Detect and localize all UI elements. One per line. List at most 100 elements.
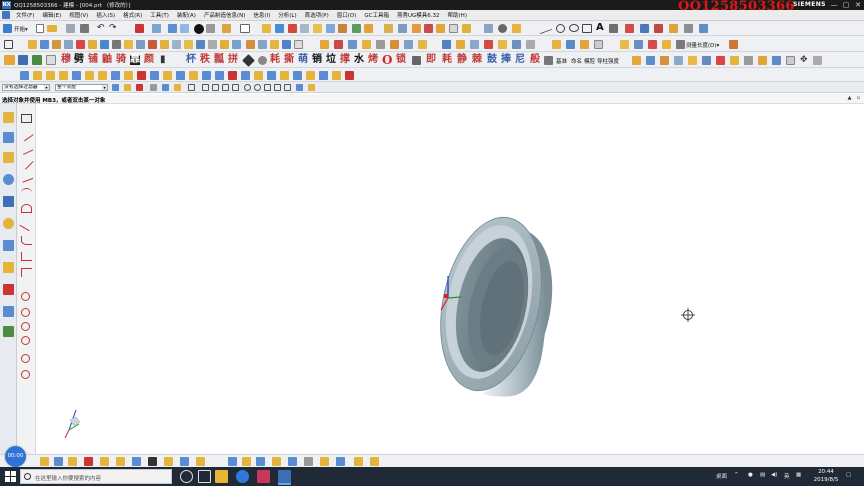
bottom-tool-8-icon[interactable] [148, 457, 157, 466]
render-style-icon[interactable] [194, 24, 204, 34]
mold-tool-2[interactable]: 劈 [74, 55, 84, 65]
process-studio-tab-icon[interactable] [3, 284, 14, 295]
measure-length-dropdown[interactable]: 测量长度(D)▾ [686, 41, 719, 49]
section-curve-icon[interactable] [512, 40, 521, 49]
menu-assembly[interactable]: 装配(A) [173, 11, 200, 19]
select-components-icon[interactable] [162, 84, 169, 91]
bottom-tool-7-icon[interactable] [132, 457, 141, 466]
assembly-navigator-tab-icon[interactable] [3, 132, 14, 143]
conic-vtool-icon[interactable] [21, 336, 30, 345]
bottom-tool-9-icon[interactable] [164, 457, 173, 466]
layer-settings-icon[interactable] [124, 71, 133, 80]
synchronous-icon[interactable] [184, 40, 193, 49]
workpiece-icon[interactable] [46, 55, 56, 65]
ime-icon[interactable]: ▦ [796, 472, 801, 478]
ruled-surface-icon[interactable] [294, 40, 303, 49]
history-icon[interactable] [319, 71, 328, 80]
face-blend-icon[interactable] [442, 40, 451, 49]
reuse-library-tab-icon[interactable] [3, 174, 14, 185]
boss-icon[interactable] [300, 24, 309, 33]
bottom-tool-19-icon[interactable] [336, 457, 345, 466]
hd3d-tools-tab-icon[interactable] [3, 196, 14, 207]
cut-icon[interactable] [135, 24, 144, 33]
object-display-icon[interactable] [72, 71, 81, 80]
circle-3pt-vtool-icon[interactable] [21, 308, 30, 317]
extrude-icon[interactable] [262, 24, 271, 33]
datum-csys-icon[interactable] [52, 40, 61, 49]
snap-point-on-face-icon[interactable] [274, 84, 281, 91]
snap-bounded-grid-icon[interactable] [284, 84, 291, 91]
reorder-feature-icon[interactable] [176, 71, 185, 80]
menu-yanxiu-mold[interactable]: 燕秀UG模具6.32 [393, 11, 444, 19]
select-edges-icon[interactable] [136, 84, 143, 91]
mold-tool-23[interactable]: 耗 [442, 55, 452, 65]
mold-project-icon[interactable] [18, 55, 28, 65]
mold-tool-19[interactable]: 烤 [368, 55, 378, 65]
show-icon[interactable] [98, 71, 107, 80]
divide-face-icon[interactable] [390, 40, 399, 49]
mold-lock-icon[interactable] [412, 56, 421, 65]
law-extension-icon[interactable] [418, 40, 427, 49]
insert-icon[interactable] [786, 56, 795, 65]
bridge-curve-icon[interactable] [684, 24, 693, 33]
print-icon[interactable] [80, 24, 89, 33]
polyline-vtool-icon[interactable] [19, 155, 34, 170]
slider-icon[interactable] [730, 56, 739, 65]
ejector-icon[interactable] [242, 54, 255, 67]
snap-point-on-curve-icon[interactable] [264, 84, 271, 91]
standard-part-icon[interactable] [646, 56, 655, 65]
bottom-tool-1-icon[interactable] [40, 457, 49, 466]
profile-vtool-icon[interactable] [19, 142, 34, 155]
hole-icon[interactable] [288, 24, 297, 33]
system-material-icon[interactable] [332, 71, 341, 80]
swept-icon[interactable] [270, 40, 279, 49]
menu-tools[interactable]: 工具(T) [146, 11, 173, 19]
mold-tool-13[interactable]: 撕 [284, 55, 294, 65]
block-icon[interactable] [512, 24, 521, 33]
silhouette-flange-icon[interactable] [470, 40, 479, 49]
snap-settings-icon[interactable] [296, 84, 303, 91]
delete-object-icon[interactable] [59, 71, 68, 80]
arc-vtool-icon[interactable] [21, 188, 32, 197]
measure-angle-icon[interactable] [566, 40, 575, 49]
tray-language-label[interactable]: 英 [784, 472, 790, 480]
suppress-feature-icon[interactable] [150, 71, 159, 80]
fill-surface-icon[interactable] [334, 40, 343, 49]
mold-misc-icon[interactable] [544, 56, 553, 65]
extend-sheet-icon[interactable] [376, 40, 385, 49]
mold-tool-22[interactable]: 即 [426, 55, 436, 65]
radius-analysis-icon[interactable] [620, 40, 629, 49]
isoparametric-curve-icon[interactable] [498, 40, 507, 49]
bottom-tool-5-icon[interactable] [100, 457, 109, 466]
extend-vtool-icon[interactable] [21, 268, 32, 277]
network-icon[interactable]: ▤ [760, 472, 765, 478]
menu-pmi[interactable]: 产品制造信息(N) [200, 11, 249, 19]
revolve-icon[interactable] [275, 24, 284, 33]
line-vtool-icon[interactable] [19, 127, 34, 142]
app-menu-icon[interactable] [2, 11, 10, 19]
select-bodies-icon[interactable] [150, 84, 157, 91]
through-curves-icon[interactable] [282, 40, 291, 49]
reuse-library-icon[interactable] [306, 71, 315, 80]
bottom-tool-6-icon[interactable] [116, 457, 125, 466]
mold-tool-7[interactable]: 颜 [144, 55, 154, 65]
mold-tool-29[interactable]: 般 [530, 55, 540, 65]
snap-midpoint-icon[interactable] [202, 84, 209, 91]
mold-tool-10[interactable]: 瓢 [214, 55, 224, 65]
nx-taskbar-icon[interactable] [278, 470, 291, 483]
roles-icon[interactable] [345, 71, 354, 80]
menu-view[interactable]: 视图(V) [65, 11, 92, 19]
thicken-icon[interactable] [88, 40, 97, 49]
tray-desktop-label[interactable]: 桌面 [716, 472, 727, 480]
chamfer-icon[interactable] [424, 24, 433, 33]
electrode-icon[interactable] [674, 56, 683, 65]
move-icon[interactable]: ✥ [800, 55, 810, 65]
wireframe-icon[interactable] [206, 24, 215, 33]
circle-icon[interactable] [569, 24, 579, 32]
restore-button[interactable]: ▢ [841, 1, 851, 9]
quick-pick-icon[interactable] [729, 40, 738, 49]
text-icon[interactable]: A [596, 22, 606, 34]
mold-tool-9[interactable]: 秩 [200, 55, 210, 65]
emboss-icon[interactable] [246, 40, 255, 49]
mold-tool-14[interactable]: 萌 [298, 55, 308, 65]
